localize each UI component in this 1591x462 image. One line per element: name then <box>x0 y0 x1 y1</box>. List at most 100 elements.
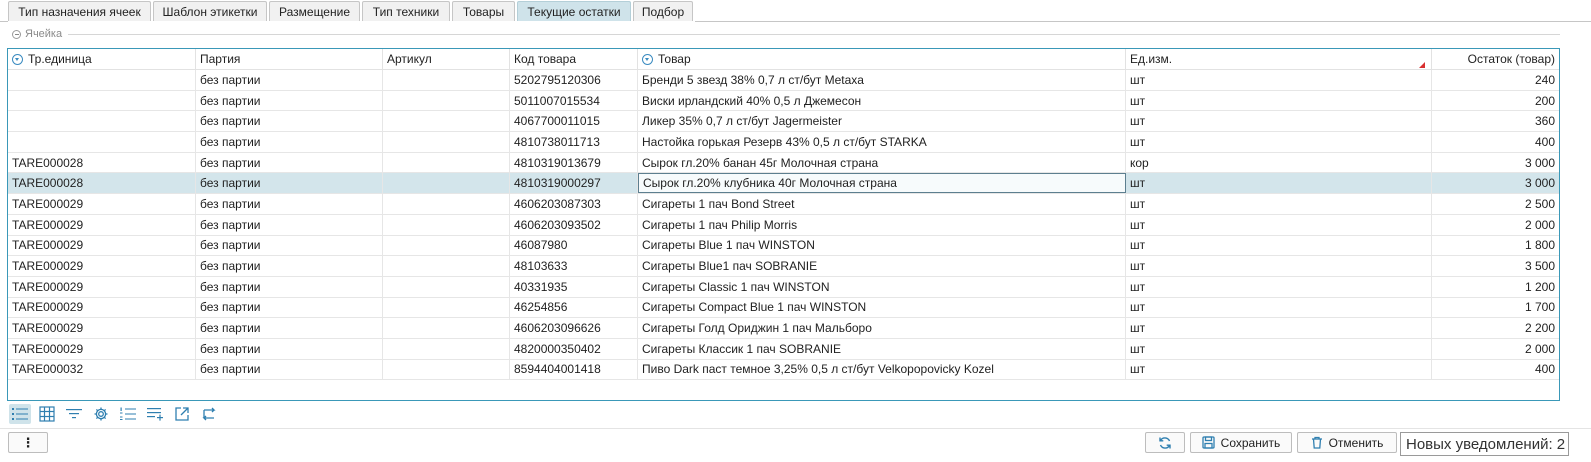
cell-unit[interactable]: шт <box>1126 276 1432 297</box>
grid-table-icon[interactable] <box>36 404 58 424</box>
tab-goods[interactable]: Товары <box>452 1 515 21</box>
cell-unit[interactable]: шт <box>1126 318 1432 338</box>
column-header-tare-unit[interactable]: Тр.единица <box>8 49 196 69</box>
cell-product-code[interactable]: 46254856 <box>510 297 638 318</box>
cell-article[interactable] <box>383 256 510 276</box>
cell-product[interactable]: Сигареты Голд Ориджин 1 пач Мальборо <box>638 318 1126 338</box>
group-sort-icon[interactable] <box>12 53 23 65</box>
cell-batch[interactable]: без партии <box>196 318 383 338</box>
cell-unit[interactable]: шт <box>1126 70 1432 90</box>
numbered-list-icon[interactable] <box>117 404 139 424</box>
column-header-unit[interactable]: Ед.изм. <box>1126 49 1432 69</box>
cell-product[interactable]: Сырок гл.20% банан 45г Молочная страна <box>638 152 1126 173</box>
cell-unit[interactable]: шт <box>1126 359 1432 380</box>
cell-unit[interactable]: шт <box>1126 194 1432 214</box>
cell-unit[interactable]: шт <box>1126 235 1432 256</box>
cell-stock-qty[interactable]: 1 800 <box>1432 236 1559 256</box>
cell-stock-qty[interactable]: 400 <box>1432 360 1559 380</box>
table-row[interactable]: без партии 4067700011015 Ликер 35% 0,7 л с… <box>8 111 1559 133</box>
cell-product-code[interactable]: 4810319000297 <box>510 173 638 194</box>
table-row[interactable]: TARE000029 без партии 4606203087303 Сигарет… <box>8 194 1559 215</box>
cell-unit[interactable]: шт <box>1126 214 1432 235</box>
cell-unit[interactable]: шт <box>1126 338 1432 359</box>
cell-product[interactable]: Настойка горькая Резерв 43% 0,5 л ст/бут… <box>638 132 1126 152</box>
table-row[interactable]: TARE000029 без партии 46254856 Сигареты Com… <box>8 297 1559 319</box>
cell-article[interactable] <box>383 194 510 214</box>
cell-stock-qty[interactable]: 2 000 <box>1432 215 1559 235</box>
cell-product[interactable]: Сигареты Blue1 пач SOBRANIE <box>638 256 1126 276</box>
cell-tare-unit[interactable]: TARE000029 <box>8 256 196 276</box>
more-menu-button[interactable]: ⋮ <box>8 432 48 453</box>
cell-stock-qty[interactable]: 360 <box>1432 111 1559 131</box>
cell-batch[interactable]: без партии <box>196 194 383 214</box>
cell-unit[interactable]: кор <box>1126 152 1432 173</box>
cell-product[interactable]: Сырок гл.20% клубника 40г Молочная стран… <box>638 173 1126 194</box>
settings-gear-icon[interactable] <box>90 404 112 424</box>
cell-article[interactable] <box>383 235 510 256</box>
cell-tare-unit[interactable]: TARE000028 <box>8 173 196 194</box>
cell-stock-qty[interactable]: 2 500 <box>1432 194 1559 214</box>
cell-unit[interactable]: шт <box>1126 297 1432 318</box>
tab-equipment-type[interactable]: Тип техники <box>362 1 450 21</box>
cell-article[interactable] <box>383 359 510 380</box>
tab-placement[interactable]: Размещение <box>269 1 360 21</box>
cell-product-code[interactable]: 4606203096626 <box>510 318 638 338</box>
column-header-batch[interactable]: Партия <box>196 49 383 69</box>
cell-stock-qty[interactable]: 1 700 <box>1432 298 1559 318</box>
cell-batch[interactable]: без партии <box>196 70 383 90</box>
cell-article[interactable] <box>383 173 510 194</box>
add-row-icon[interactable] <box>144 404 166 424</box>
table-row[interactable]: без партии 5202795120306 Бренди 5 звезд 38… <box>8 70 1559 91</box>
cell-batch[interactable]: без партии <box>196 214 383 235</box>
cell-tare-unit[interactable]: TARE000029 <box>8 276 196 297</box>
cell-product-code[interactable]: 4820000350402 <box>510 338 638 359</box>
cell-stock-qty[interactable]: 3 500 <box>1432 256 1559 276</box>
table-row[interactable]: TARE000028 без партии 4810319000297 Сырок г… <box>8 173 1559 195</box>
table-row[interactable]: TARE000029 без партии 48103633 Сигареты Blu… <box>8 256 1559 277</box>
cell-product[interactable]: Сигареты 1 пач Bond Street <box>638 194 1126 214</box>
cell-product[interactable]: Бренди 5 звезд 38% 0,7 л ст/бут Metaxa <box>638 70 1126 90</box>
cell-unit[interactable]: шт <box>1126 173 1432 194</box>
export-icon[interactable] <box>171 404 193 424</box>
refresh-button[interactable] <box>1145 432 1185 453</box>
cell-product-code[interactable]: 46087980 <box>510 235 638 256</box>
cell-product-code[interactable]: 48103633 <box>510 256 638 276</box>
cell-tare-unit[interactable] <box>8 70 196 90</box>
cell-batch[interactable]: без партии <box>196 276 383 297</box>
save-button[interactable]: Сохранить <box>1190 432 1292 453</box>
column-header-product-code[interactable]: Код товара <box>510 49 638 69</box>
cell-tare-unit[interactable]: TARE000028 <box>8 152 196 173</box>
cell-product-code[interactable]: 8594404001418 <box>510 359 638 380</box>
cell-product[interactable]: Сигареты Blue 1 пач WINSTON <box>638 235 1126 256</box>
cell-tare-unit[interactable]: TARE000029 <box>8 194 196 214</box>
cell-article[interactable] <box>383 70 510 90</box>
cell-stock-qty[interactable]: 200 <box>1432 91 1559 111</box>
list-tree-icon[interactable] <box>9 404 31 424</box>
tab-picking[interactable]: Подбор <box>633 1 693 21</box>
cell-article[interactable] <box>383 111 510 132</box>
column-header-article[interactable]: Артикул <box>383 49 510 69</box>
cell-batch[interactable]: без партии <box>196 359 383 380</box>
collapse-group-icon[interactable] <box>12 29 21 39</box>
tab-current-stock[interactable]: Текущие остатки <box>517 1 631 21</box>
cell-unit[interactable]: шт <box>1126 90 1432 111</box>
cell-product[interactable]: Сигареты 1 пач Philip Morris <box>638 214 1126 235</box>
cell-batch[interactable]: без партии <box>196 152 383 173</box>
cell-batch[interactable]: без партии <box>196 235 383 256</box>
cell-tare-unit[interactable]: TARE000029 <box>8 214 196 235</box>
filter-icon[interactable] <box>63 404 85 424</box>
cell-tare-unit[interactable] <box>8 132 196 152</box>
table-row[interactable]: TARE000029 без партии 40331935 Сигареты Cla… <box>8 276 1559 298</box>
cell-stock-qty[interactable]: 400 <box>1432 132 1559 152</box>
cell-article[interactable] <box>383 214 510 235</box>
cell-tare-unit[interactable]: TARE000029 <box>8 318 196 338</box>
cell-product-code[interactable]: 4810319013679 <box>510 152 638 173</box>
cell-batch[interactable]: без партии <box>196 90 383 111</box>
table-row[interactable]: TARE000029 без партии 4606203096626 Сигарет… <box>8 318 1559 339</box>
table-row[interactable]: TARE000029 без партии 4820000350402 Сигарет… <box>8 338 1559 360</box>
cell-tare-unit[interactable] <box>8 90 196 111</box>
cell-product-code[interactable]: 5202795120306 <box>510 70 638 90</box>
swap-icon[interactable] <box>198 404 220 424</box>
cell-stock-qty[interactable]: 240 <box>1432 70 1559 90</box>
cell-stock-qty[interactable]: 2 000 <box>1432 339 1559 359</box>
